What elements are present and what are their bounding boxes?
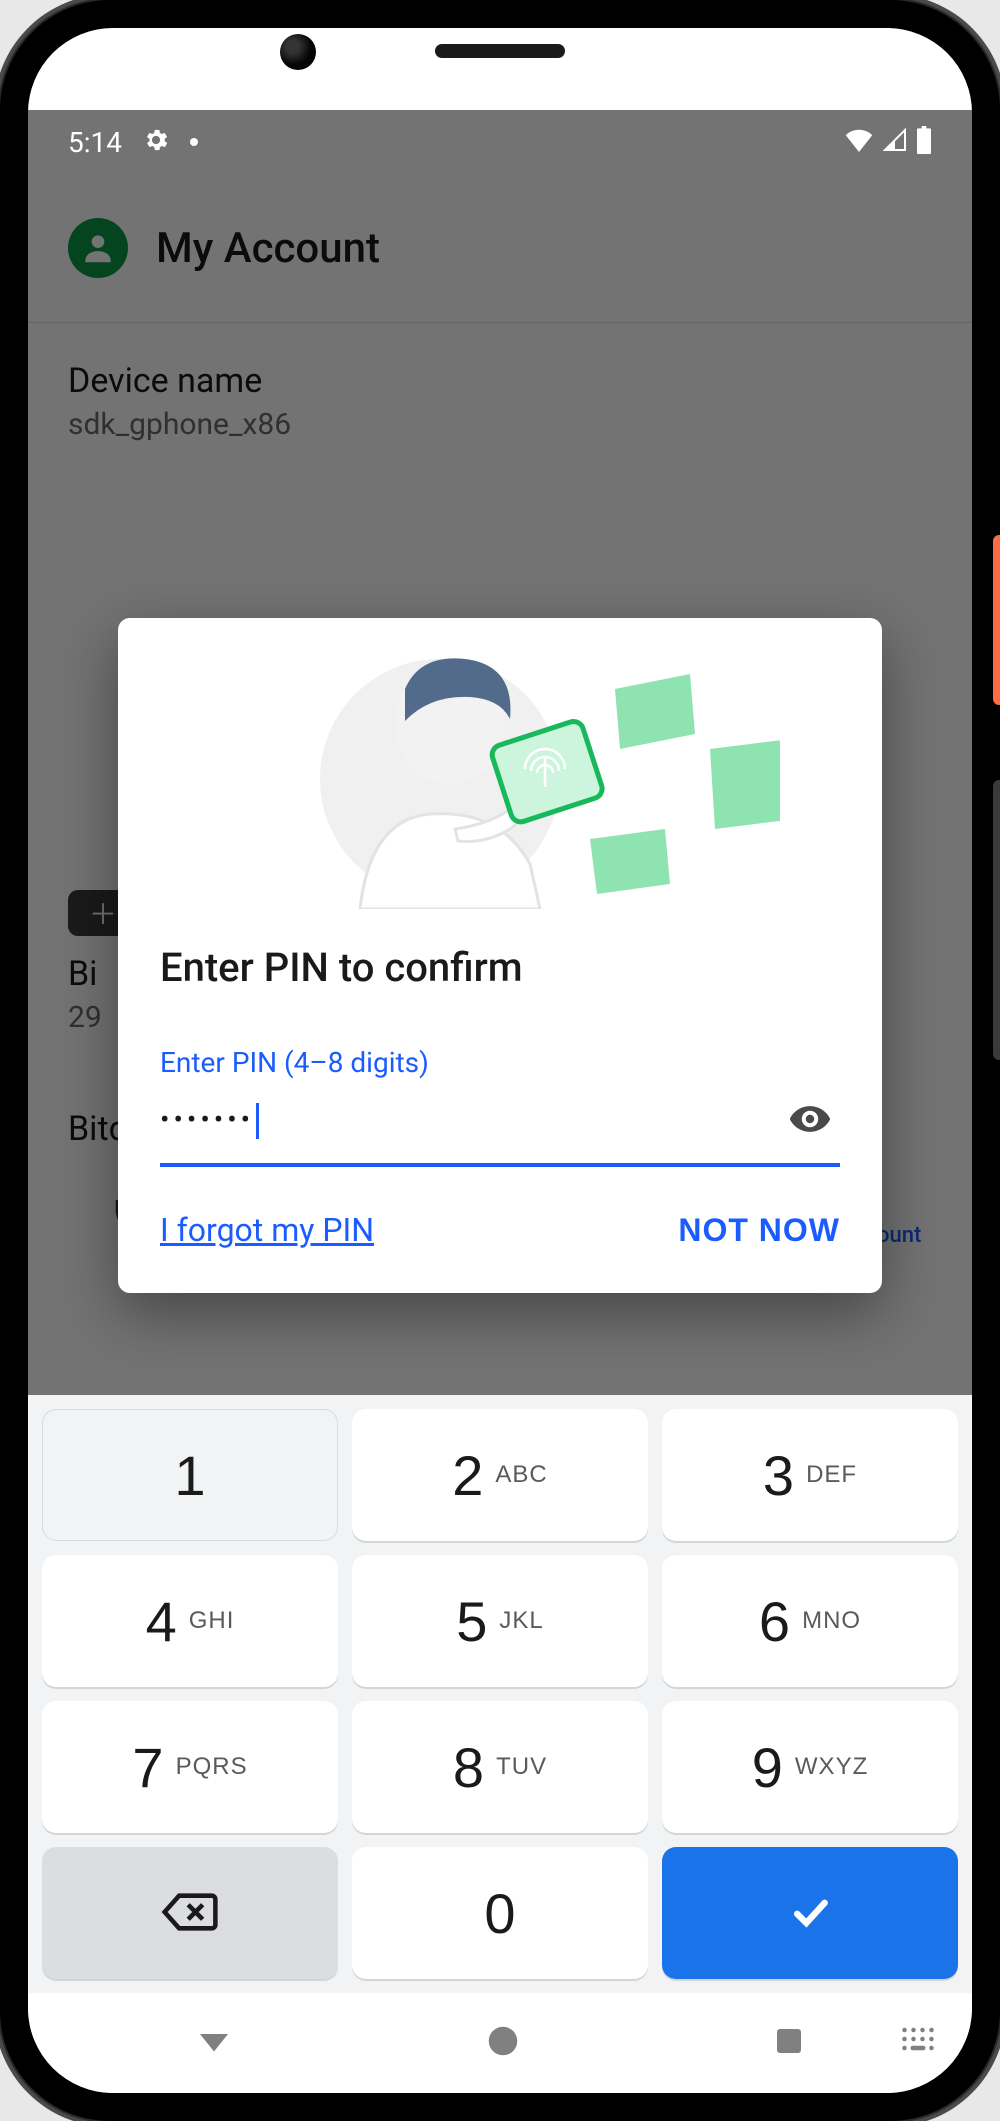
keypad-4[interactable]: 4GHI bbox=[42, 1555, 338, 1687]
pin-input-value: ••••••• bbox=[160, 1103, 780, 1140]
pin-dialog: Enter PIN to confirm Enter PIN (4–8 digi… bbox=[118, 618, 882, 1293]
dialog-title: Enter PIN to confirm bbox=[160, 944, 840, 991]
keypad-backspace[interactable] bbox=[42, 1847, 338, 1979]
status-bar: 5:14 bbox=[28, 110, 972, 174]
back-button[interactable] bbox=[193, 2020, 235, 2066]
keypad-5[interactable]: 5JKL bbox=[352, 1555, 648, 1687]
phone-frame: 5:14 bbox=[0, 0, 1000, 2121]
keypad-6[interactable]: 6MNO bbox=[662, 1555, 958, 1687]
toggle-visibility-button[interactable] bbox=[780, 1089, 840, 1153]
volume-button[interactable] bbox=[993, 780, 1000, 1060]
check-icon bbox=[783, 1890, 837, 1937]
ime-switch-icon[interactable] bbox=[900, 2025, 936, 2057]
numeric-keyboard: 1 2ABC 3DEF 4GHI 5JKL 6MNO 7PQRS 8TUV 9W… bbox=[28, 1395, 972, 1993]
power-button[interactable] bbox=[993, 535, 1000, 705]
home-button[interactable] bbox=[484, 2022, 522, 2064]
recents-button[interactable] bbox=[771, 2023, 807, 2063]
pin-input[interactable]: ••••••• bbox=[160, 1089, 840, 1167]
android-nav-bar bbox=[28, 1993, 972, 2093]
backspace-icon bbox=[161, 1890, 219, 1937]
phone-camera bbox=[280, 34, 316, 70]
battery-icon bbox=[916, 126, 932, 158]
keypad-9[interactable]: 9WXYZ bbox=[662, 1701, 958, 1833]
phone-speaker bbox=[435, 44, 565, 58]
phone-screen: 5:14 bbox=[28, 28, 972, 2093]
keypad-8[interactable]: 8TUV bbox=[352, 1701, 648, 1833]
pin-input-label: Enter PIN (4–8 digits) bbox=[160, 1046, 840, 1079]
forgot-pin-link[interactable]: I forgot my PIN bbox=[160, 1211, 374, 1249]
wifi-icon bbox=[844, 128, 874, 156]
status-time: 5:14 bbox=[68, 126, 122, 159]
keypad-7[interactable]: 7PQRS bbox=[42, 1701, 338, 1833]
keypad-2[interactable]: 2ABC bbox=[352, 1409, 648, 1541]
keypad-enter[interactable] bbox=[662, 1847, 958, 1979]
gear-icon bbox=[142, 126, 170, 158]
cell-signal-icon bbox=[882, 128, 908, 156]
keypad-0[interactable]: 0 bbox=[352, 1847, 648, 1979]
not-now-button[interactable]: NOT NOW bbox=[678, 1212, 840, 1249]
keypad-3[interactable]: 3DEF bbox=[662, 1409, 958, 1541]
dialog-illustration bbox=[118, 624, 882, 914]
keypad-1[interactable]: 1 bbox=[42, 1409, 338, 1541]
dot-icon bbox=[190, 138, 198, 146]
